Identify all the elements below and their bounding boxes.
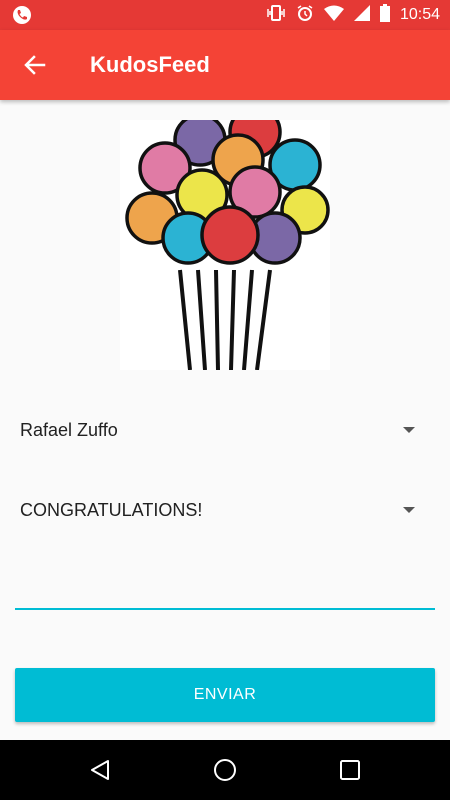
home-circle-icon[interactable] xyxy=(213,758,237,787)
status-time: 10:54 xyxy=(399,6,440,23)
app-title: KudosFeed xyxy=(90,52,210,77)
message-input[interactable] xyxy=(15,550,435,610)
recipient-value: Rafael Zuffo xyxy=(20,419,118,440)
signal-icon xyxy=(353,4,370,26)
status-bar: 10:54 xyxy=(0,0,450,30)
back-arrow-icon[interactable] xyxy=(22,52,48,78)
recents-square-icon[interactable] xyxy=(338,758,362,787)
battery-icon xyxy=(379,3,390,27)
kudos-type-dropdown[interactable]: CONGRATULATIONS! xyxy=(15,490,435,530)
send-button[interactable]: ENVIAR xyxy=(15,668,435,722)
phone-call-icon xyxy=(12,5,32,30)
vibrate-icon xyxy=(266,4,286,27)
dropdown-arrow-icon xyxy=(403,507,415,513)
dropdown-arrow-icon xyxy=(403,427,415,433)
kudos-type-value: CONGRATULATIONS! xyxy=(20,499,203,520)
balloons-image xyxy=(120,120,330,370)
app-bar: KudosFeed xyxy=(0,30,450,100)
wifi-icon xyxy=(323,5,344,26)
recipient-dropdown[interactable]: Rafael Zuffo xyxy=(15,410,435,450)
back-triangle-icon[interactable] xyxy=(88,758,112,787)
alarm-icon xyxy=(296,4,314,27)
navigation-bar xyxy=(0,740,450,800)
